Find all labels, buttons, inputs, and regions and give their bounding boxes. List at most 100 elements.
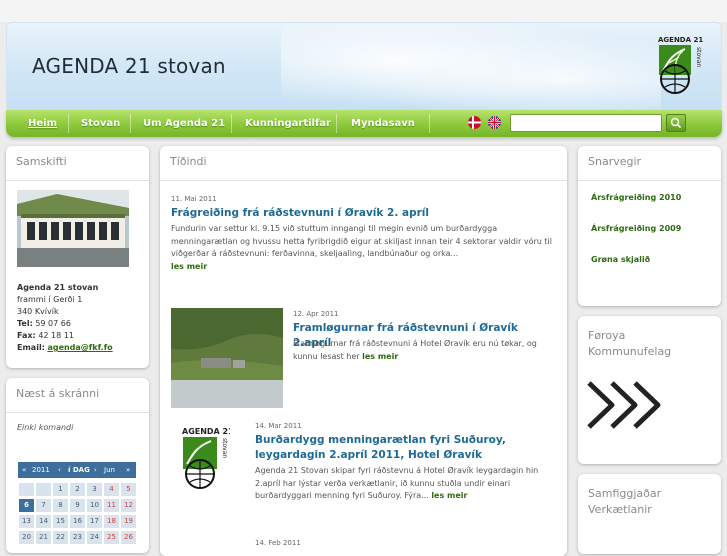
search-icon bbox=[670, 117, 682, 129]
calendar-day[interactable]: 12 bbox=[121, 499, 136, 512]
news-date: 11. Mai 2011 bbox=[171, 195, 217, 203]
calendar-day[interactable]: 13 bbox=[19, 515, 34, 528]
office-address-2: 340 Kvívík bbox=[17, 307, 59, 316]
calendar-day[interactable]: 21 bbox=[36, 531, 51, 544]
next-month-button[interactable]: › bbox=[94, 462, 97, 478]
read-more-link[interactable]: les meir bbox=[431, 491, 467, 500]
nav-um-agenda[interactable]: Um Agenda 21 bbox=[143, 110, 225, 137]
divider bbox=[578, 180, 721, 181]
office-address-1: frammi í Gerði 1 bbox=[17, 295, 83, 304]
news-body-text: Fundurin var settur kl. 9.15 við stuttum… bbox=[171, 224, 552, 258]
news-date: 14. Mar 2011 bbox=[255, 422, 302, 430]
news-body-text: Framløgurnar frá ráðstevnuni á Hotel Øra… bbox=[293, 339, 537, 361]
nav-separator bbox=[130, 114, 131, 133]
nav-separator bbox=[231, 114, 232, 133]
calendar-day[interactable]: 1 bbox=[53, 483, 68, 496]
calendar-day[interactable]: 7 bbox=[36, 499, 51, 512]
page: AGENDA 21 stovan AGENDA 21 stovan Heim S… bbox=[0, 0, 727, 556]
samskifti-title: Samskifti bbox=[16, 155, 67, 168]
logo-text: AGENDA 21 bbox=[658, 36, 703, 44]
prev-month-button[interactable]: ‹ bbox=[58, 462, 61, 478]
no-events-text: Einki komandi bbox=[17, 423, 74, 432]
calendar-day[interactable]: 10 bbox=[87, 499, 102, 512]
calendar-day[interactable]: 11 bbox=[104, 499, 119, 512]
shortcut-link[interactable]: Ársfrágreiðing 2009 bbox=[591, 224, 681, 233]
tel-value: 59 07 66 bbox=[35, 319, 71, 328]
top-strip bbox=[0, 0, 727, 22]
news-item-title[interactable]: Frágreiðing frá ráðstevnuni í Øravík 2. … bbox=[171, 206, 551, 221]
english-flag-icon[interactable] bbox=[488, 116, 501, 129]
calendar-day[interactable]: 22 bbox=[53, 531, 68, 544]
fax-value: 42 18 11 bbox=[38, 331, 74, 340]
prev-year-button[interactable]: « bbox=[22, 462, 26, 478]
next-year-button[interactable]: » bbox=[126, 462, 130, 478]
calendar-day[interactable]: 4 bbox=[104, 483, 119, 496]
calendar-day[interactable]: 18 bbox=[104, 515, 119, 528]
calendar-day[interactable]: 8 bbox=[53, 499, 68, 512]
news-item-body: Agenda 21 Stovan skipar fyri ráðstevnu á… bbox=[255, 465, 555, 503]
calendar-day[interactable]: 20 bbox=[19, 531, 34, 544]
calendar-day[interactable]: 2 bbox=[70, 483, 85, 496]
office-photo bbox=[17, 190, 129, 267]
divider bbox=[6, 412, 149, 413]
nav-stovan[interactable]: Stovan bbox=[81, 110, 120, 137]
office-name: Agenda 21 stovan bbox=[17, 283, 99, 292]
read-more-link[interactable]: les meir bbox=[362, 352, 398, 361]
site-header: AGENDA 21 stovan AGENDA 21 stovan bbox=[6, 22, 722, 114]
calendar-day[interactable]: 26 bbox=[121, 531, 136, 544]
samskifti-panel: Samskifti Agenda 21 stovan frammi í Gerð… bbox=[6, 146, 149, 368]
news-item-body: Framløgurnar frá ráðstevnuni á Hotel Øra… bbox=[293, 338, 555, 363]
snarvegir-panel: Snarvegir Ársfrágreiðing 2010 Ársfrágrei… bbox=[578, 146, 721, 306]
samfiggjadar-title-line2: Verkætlanir bbox=[588, 503, 652, 516]
news-date: 12. Apr 2011 bbox=[293, 310, 339, 318]
news-logo-side-text: stovan bbox=[221, 438, 228, 458]
nav-separator bbox=[429, 114, 430, 133]
calendar-day[interactable]: 17 bbox=[87, 515, 102, 528]
danish-flag-icon[interactable] bbox=[468, 116, 481, 129]
divider bbox=[6, 180, 149, 181]
nav-myndasavn[interactable]: Myndasavn bbox=[351, 110, 415, 137]
search-input[interactable] bbox=[510, 114, 662, 132]
shortcut-link[interactable]: Ársfrágreiðing 2010 bbox=[591, 193, 681, 202]
agenda21-logo[interactable]: AGENDA 21 stovan bbox=[657, 33, 703, 95]
office-email: Email: agenda@fkf.fo bbox=[17, 342, 113, 353]
calendar-day[interactable]: 3 bbox=[87, 483, 102, 496]
calendar-day[interactable]: 16 bbox=[70, 515, 85, 528]
kommunufelag-title: Føroya Kommunufelag bbox=[588, 328, 671, 360]
news-panel: Tíðindi 11. Mai 2011 Frágreiðing frá ráð… bbox=[160, 146, 567, 556]
calendar-day[interactable]: 25 bbox=[104, 531, 119, 544]
snarvegir-title: Snarvegir bbox=[588, 155, 642, 168]
email-link[interactable]: agenda@fkf.fo bbox=[47, 343, 112, 352]
logo-graphic: AGENDA 21 stovan bbox=[658, 36, 703, 94]
calendar-day[interactable]: 9 bbox=[70, 499, 85, 512]
calendar-month: Jun bbox=[104, 466, 115, 474]
kommunufelag-title-line2: Kommunufelag bbox=[588, 345, 672, 358]
calendar-day[interactable]: 23 bbox=[70, 531, 85, 544]
news-item-title[interactable]: Burðardygg menningarætlan fyri Suðuroy, … bbox=[255, 433, 555, 463]
search-button[interactable] bbox=[666, 114, 686, 132]
calendar-day bbox=[19, 483, 34, 496]
news-logo-text: AGENDA 21 bbox=[182, 427, 230, 436]
site-title[interactable]: AGENDA 21 stovan bbox=[32, 54, 226, 78]
shortcut-link[interactable]: Grøna skjalið bbox=[591, 255, 650, 264]
calendar-day[interactable]: 5 bbox=[121, 483, 136, 496]
calendar-day[interactable]: 19 bbox=[121, 515, 136, 528]
office-tel: Tel: 59 07 66 bbox=[17, 318, 71, 329]
samfiggjadar-title: Samfiggjaðar Verkætlanir bbox=[588, 486, 661, 518]
calendar-day[interactable]: 15 bbox=[53, 515, 68, 528]
nav-kunningartilfar[interactable]: Kunningartilfar bbox=[245, 110, 331, 137]
news-date: 14. Feb 2011 bbox=[255, 539, 301, 547]
news-logo-image: AGENDA 21 stovan bbox=[180, 424, 234, 490]
kommunufelag-arrows-icon bbox=[584, 378, 684, 435]
kommunufelag-panel[interactable]: Føroya Kommunufelag bbox=[578, 316, 721, 464]
today-button[interactable]: í DAG bbox=[68, 462, 90, 478]
calendar-day[interactable]: 24 bbox=[87, 531, 102, 544]
samfiggjadar-panel[interactable]: Samfiggjaðar Verkætlanir bbox=[578, 474, 721, 554]
calendar-day[interactable]: 6 bbox=[19, 499, 34, 512]
news-item-body: Fundurin var settur kl. 9.15 við stuttum… bbox=[171, 223, 553, 273]
calendar-year: 2011 bbox=[32, 466, 50, 474]
logo-side-text: stovan bbox=[695, 47, 702, 67]
nav-heim[interactable]: Heim bbox=[28, 110, 57, 137]
read-more-link[interactable]: les meir bbox=[171, 262, 207, 271]
calendar-day[interactable]: 14 bbox=[36, 515, 51, 528]
